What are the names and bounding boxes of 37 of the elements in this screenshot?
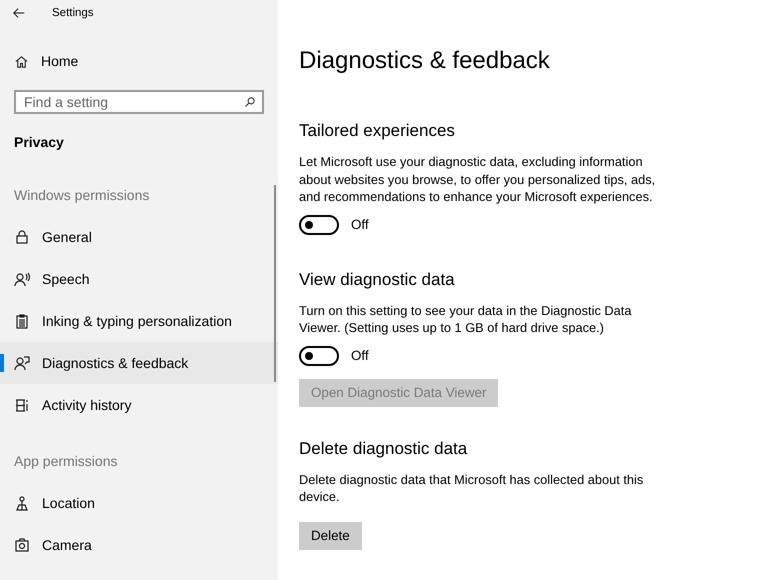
nav-item[interactable]: Camera xyxy=(0,524,278,566)
toggle-label: Off xyxy=(351,217,369,232)
nav-item[interactable]: Inking & typing personalization xyxy=(0,300,278,342)
home-nav-item[interactable]: Home xyxy=(0,40,278,82)
search-field[interactable]: Find a setting xyxy=(14,90,264,114)
section-heading: Delete diagnostic data xyxy=(299,438,468,460)
toggle-switch[interactable] xyxy=(299,346,339,366)
section-description: Turn on this setting to see your data in the Diagnostic Data Viewer. (Setting uses up to 1 GB of hard drive space.) xyxy=(299,302,632,336)
nav-item[interactable]: Location xyxy=(0,482,278,524)
nav-icon xyxy=(14,397,30,413)
nav-item[interactable]: Diagnostics & feedback xyxy=(0,342,278,384)
scrollbar[interactable] xyxy=(274,185,276,382)
page-title: Diagnostics & feedback xyxy=(299,46,551,76)
nav-item[interactable]: Speech xyxy=(0,258,278,300)
nav-icon xyxy=(14,355,30,371)
nav-item[interactable]: General xyxy=(0,216,278,258)
back-icon[interactable] xyxy=(12,6,26,20)
section-heading: View diagnostic data xyxy=(299,268,456,290)
toggle-label: Off xyxy=(351,348,369,363)
nav-icon xyxy=(14,537,30,553)
section-heading: Tailored experiences xyxy=(299,120,456,142)
section-description: Delete diagnostic data that Microsoft has collected about this device. xyxy=(299,470,644,506)
toggle-switch[interactable] xyxy=(299,214,339,234)
nav-icon xyxy=(14,313,30,329)
selection-indicator xyxy=(0,354,4,372)
nav-icon xyxy=(14,271,30,287)
home-icon xyxy=(14,54,29,68)
group-header: App permissions xyxy=(14,453,118,469)
delete-button[interactable]: Delete xyxy=(299,522,362,550)
search-icon xyxy=(244,96,256,108)
group-header: Windows permissions xyxy=(14,187,150,203)
nav-icon xyxy=(14,229,30,245)
section-title: Privacy xyxy=(13,133,65,152)
window-title: Settings xyxy=(52,7,94,19)
nav-icon xyxy=(14,495,30,511)
section-description: Let Microsoft use your diagnostic data, excluding information about websites you browse, to offer you personalized tips, ads, and recommendations to enhance your Microsoft experiences. xyxy=(299,153,656,206)
nav-item[interactable]: Activity history xyxy=(0,384,278,426)
